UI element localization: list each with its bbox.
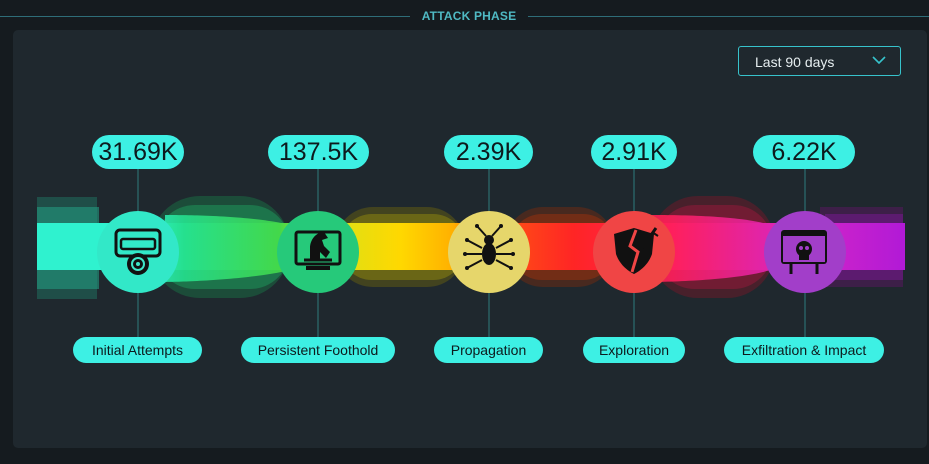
- phase-label-exfiltration-impact[interactable]: Exfiltration & Impact: [724, 337, 884, 363]
- phase-node-3[interactable]: [448, 211, 530, 293]
- phase-node-4[interactable]: [593, 211, 675, 293]
- phase-label-persistent-foothold[interactable]: Persistent Foothold: [241, 337, 395, 363]
- phase-node-2[interactable]: [277, 211, 359, 293]
- phase-node-1[interactable]: [97, 211, 179, 293]
- phase-count-initial-attempts: 31.69K: [92, 135, 184, 169]
- phase-count-exfiltration-impact: 6.22K: [753, 135, 855, 169]
- phase-count-exploration: 2.91K: [591, 135, 677, 169]
- phase-label-initial-attempts[interactable]: Initial Attempts: [73, 337, 202, 363]
- attack-flow-diagram: [37, 169, 905, 337]
- phase-count-persistent-foothold: 137.5K: [268, 135, 369, 169]
- phase-label-exploration[interactable]: Exploration: [583, 337, 685, 363]
- phase-node-5[interactable]: [764, 211, 846, 293]
- phase-label-propagation[interactable]: Propagation: [434, 337, 543, 363]
- phase-count-propagation: 2.39K: [444, 135, 533, 169]
